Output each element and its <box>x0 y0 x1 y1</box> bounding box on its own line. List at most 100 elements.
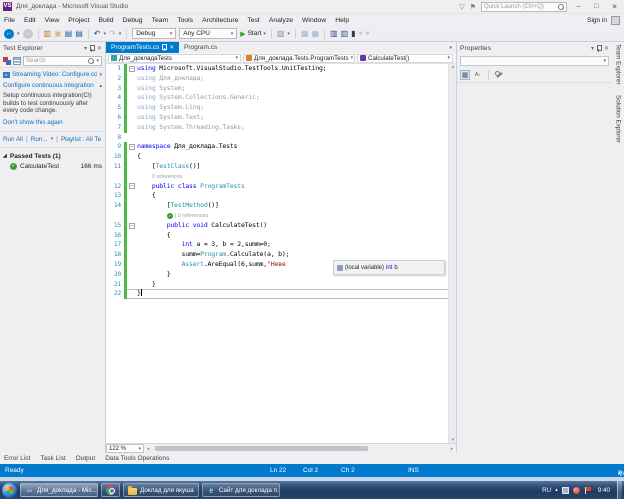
zoom-dropdown[interactable]: 122 % ▾ <box>106 444 144 453</box>
tool-icon[interactable]: ▨ <box>277 29 285 39</box>
code-line[interactable]: 6using System.Text; <box>106 113 456 123</box>
pin-icon[interactable] <box>597 45 601 52</box>
menu-item-file[interactable]: File <box>4 17 15 24</box>
code-line[interactable]: 4using System.Collections.Generic; <box>106 93 456 103</box>
banner-link[interactable]: Streaming Video: Configure co <box>12 71 97 78</box>
undo-dropdown-icon[interactable]: ▾ <box>103 31 106 37</box>
run-all-link[interactable]: Run All <box>3 136 23 143</box>
open-file-button[interactable]: ▣ <box>54 29 62 39</box>
code-line[interactable]: 15– public void CalculateTest() <box>106 221 456 231</box>
chevron-down-icon[interactable]: ▾ <box>591 45 594 52</box>
redo-dropdown-icon[interactable]: ▾ <box>119 31 122 37</box>
clock[interactable]: 9:40 <box>595 487 613 494</box>
member-dropdown[interactable]: CalculateTest() ▾ <box>357 54 453 63</box>
passed-tests-group[interactable]: ◢ Passed Tests (1) <box>0 150 105 161</box>
property-pages-button[interactable] <box>494 70 504 80</box>
chevron-down-icon[interactable]: ▾ <box>99 72 102 78</box>
categorized-view-button[interactable]: ▦ <box>460 70 470 80</box>
language-indicator[interactable]: RU <box>542 487 551 494</box>
code-line[interactable]: 16 { <box>106 231 456 241</box>
action-center-icon[interactable] <box>584 487 591 494</box>
alphabetical-view-button[interactable]: A↓ <box>473 70 483 80</box>
navigate-back-dropdown-icon[interactable]: ▾ <box>17 31 20 37</box>
avatar[interactable] <box>611 16 620 25</box>
code-line[interactable]: 17 int a = 3, b = 2,summ=0; <box>106 240 456 250</box>
code-line[interactable]: 13 { <box>106 191 456 201</box>
collapse-icon[interactable]: – <box>129 183 135 189</box>
undo-button[interactable]: ↶ <box>94 29 101 39</box>
close-icon[interactable]: ✕ <box>97 45 102 52</box>
uncomment-icon[interactable]: ▥ <box>341 29 349 39</box>
tab-program-cs[interactable]: Program.cs <box>179 42 222 53</box>
playlist-link[interactable]: Playlist : All Te <box>61 136 101 143</box>
menu-item-project[interactable]: Project <box>68 17 89 24</box>
save-button[interactable]: ▤ <box>65 29 73 39</box>
sign-in-button[interactable]: Sign in <box>587 17 607 24</box>
navigate-forward-button[interactable]: → <box>23 29 33 39</box>
menu-item-test[interactable]: Test <box>247 17 259 24</box>
code-line[interactable]: 10{ <box>106 152 456 162</box>
start-button[interactable] <box>2 483 17 498</box>
vertical-scrollbar[interactable]: ▴ ▾ <box>448 64 456 443</box>
code-line[interactable]: 2using Для_доклада; <box>106 74 456 84</box>
dismiss-link[interactable]: Don't show this again <box>3 119 63 126</box>
chevron-down-icon[interactable]: ▾ <box>84 45 87 52</box>
menu-item-view[interactable]: View <box>45 17 60 24</box>
chevron-down-icon[interactable]: ▾ <box>287 31 290 37</box>
properties-header[interactable]: Properties ▾ ✕ <box>457 42 612 54</box>
indent-decrease-icon[interactable]: ▦ <box>301 29 309 39</box>
collapse-icon[interactable]: – <box>129 66 135 72</box>
menu-item-analyze[interactable]: Analyze <box>269 17 293 24</box>
taskbar-button-visual-studio[interactable]: ∞Для_доклада - Mic... <box>20 483 98 497</box>
object-dropdown[interactable]: ▾ <box>460 56 609 66</box>
run-more-link[interactable]: Run... <box>31 136 48 143</box>
code-line[interactable]: 21 } <box>106 280 456 290</box>
solution-platform-dropdown[interactable]: Any CPU ▾ <box>179 28 237 39</box>
new-project-button[interactable]: ▥ <box>44 29 52 39</box>
tray-expand-icon[interactable]: ▴ <box>555 487 558 493</box>
code-editor[interactable]: (local variable) int b 1–using Microsoft… <box>106 64 456 443</box>
test-search-input[interactable]: Search ▾ <box>23 56 102 66</box>
code-line[interactable]: 14 [TestMethod()] <box>106 201 456 211</box>
navigate-back-button[interactable]: ← <box>4 29 14 39</box>
start-debug-button[interactable]: ▶ Start ▾ <box>240 30 266 38</box>
taskbar-button-chrome[interactable] <box>101 483 120 497</box>
quick-launch-input[interactable]: Quick Launch (Ctrl+Q) <box>481 2 567 12</box>
code-line[interactable]: 9–namespace Для_доклада.Tests <box>106 142 456 152</box>
close-button[interactable]: ✕ <box>608 3 621 11</box>
side-tab-solution-explorer[interactable]: Solution Explorer <box>615 95 622 143</box>
tab-programtests-cs[interactable]: ProgramTests.cs✕ <box>106 42 179 53</box>
scrollbar-thumb[interactable] <box>155 446 368 451</box>
taskbar-button-internet-explorer[interactable]: eСайт для доклада п... <box>202 483 280 497</box>
close-icon[interactable]: ✕ <box>604 45 609 52</box>
run-tests-after-build-icon[interactable] <box>3 57 11 65</box>
collapse-icon[interactable]: – <box>129 144 135 150</box>
menu-item-window[interactable]: Window <box>302 17 326 24</box>
scroll-left-icon[interactable]: ◂ <box>144 446 152 452</box>
chevron-down-icon[interactable]: ▾ <box>51 136 54 142</box>
solution-configuration-dropdown[interactable]: Debug ▾ <box>132 28 176 39</box>
comment-icon[interactable]: ▥ <box>330 29 338 39</box>
type-dropdown[interactable]: Для_доклада.Tests.ProgramTests ▾ <box>243 54 355 63</box>
horizontal-scrollbar[interactable]: ◂ ▸ <box>144 444 456 453</box>
bottom-tab-output[interactable]: Output <box>76 455 96 462</box>
menu-item-tools[interactable]: Tools <box>177 17 193 24</box>
code-line[interactable]: 11 [TestClass()] <box>106 162 456 172</box>
test-result-row[interactable]: ✓ CalculateTest 166 ms <box>0 161 105 172</box>
menu-item-architecture[interactable]: Architecture <box>202 17 238 24</box>
code-line[interactable]: 5using System.Linq; <box>106 103 456 113</box>
menu-item-debug[interactable]: Debug <box>123 17 143 24</box>
menu-item-help[interactable]: Help <box>335 17 349 24</box>
group-by-icon[interactable] <box>13 57 21 65</box>
code-line[interactable]: 18 summ=Program.Calculate(a, b); <box>106 250 456 260</box>
code-line[interactable]: 22} <box>106 289 456 299</box>
bookmark-icon[interactable]: ▮ <box>351 29 355 39</box>
side-tab-team-explorer[interactable]: Team Explorer <box>615 44 622 85</box>
minimize-button[interactable]: – <box>572 3 585 10</box>
save-all-button[interactable]: ▤ <box>75 29 83 39</box>
collapse-icon[interactable]: ▴ <box>99 83 102 89</box>
pin-icon[interactable] <box>162 44 166 51</box>
test-explorer-header[interactable]: Test Explorer ▾ ✕ <box>0 42 105 54</box>
menu-item-edit[interactable]: Edit <box>24 17 36 24</box>
code-line[interactable]: 1–using Microsoft.VisualStudio.TestTools… <box>106 64 456 74</box>
